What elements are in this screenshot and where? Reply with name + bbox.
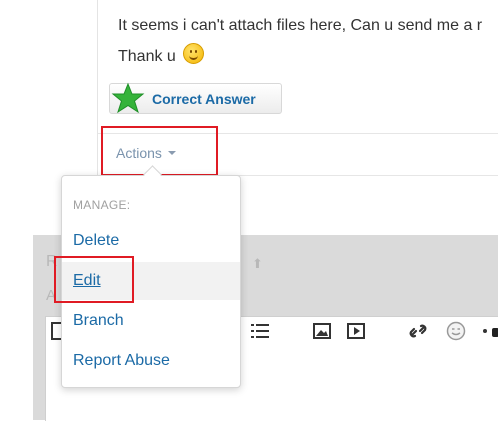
- format-icon[interactable]: [51, 322, 61, 340]
- correct-answer-badge[interactable]: Correct Answer: [109, 82, 282, 114]
- emoji-icon[interactable]: [446, 321, 466, 341]
- correct-answer-label: Correct Answer: [152, 91, 256, 107]
- post-message-line-2: Thank u: [118, 43, 205, 66]
- link-icon[interactable]: [408, 322, 428, 340]
- numbered-list-icon[interactable]: [250, 322, 270, 340]
- smiley-emoji-icon: [183, 43, 205, 64]
- insert-video-icon[interactable]: [347, 322, 365, 340]
- post-left-border: [97, 0, 98, 176]
- highlight-box-edit: [54, 256, 134, 303]
- menu-item-branch[interactable]: Branch: [62, 302, 240, 340]
- dropdown-header: MANAGE:: [73, 198, 131, 212]
- menu-item-delete[interactable]: Delete: [62, 222, 240, 260]
- upload-arrow-icon: ⬆: [252, 256, 263, 271]
- insert-image-icon[interactable]: [313, 322, 331, 340]
- menu-item-label: Report Abuse: [73, 352, 170, 369]
- menu-item-label: Delete: [73, 232, 120, 249]
- highlight-box-actions: [101, 126, 218, 176]
- more-icon[interactable]: [491, 322, 498, 340]
- separator-dot-icon: [482, 322, 488, 340]
- star-icon: [111, 82, 145, 114]
- post-message-line-1: It seems i can't attach files here, Can …: [118, 17, 483, 34]
- menu-item-label: Branch: [73, 312, 124, 329]
- post-message-text: Thank u: [118, 48, 176, 65]
- menu-item-report-abuse[interactable]: Report Abuse: [62, 342, 240, 380]
